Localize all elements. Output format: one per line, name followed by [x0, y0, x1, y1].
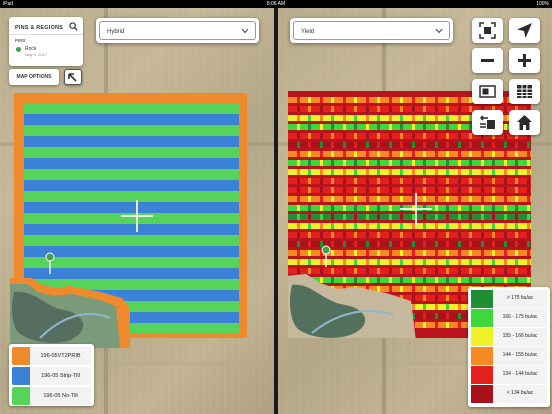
legend-label: 196-05VT2PRIB	[30, 347, 91, 365]
navigate-button[interactable]	[509, 18, 540, 43]
yield-band	[288, 160, 531, 166]
map-layer-icon	[479, 85, 496, 98]
layer-dropdown[interactable]: Hybrid	[96, 18, 259, 43]
field-strip	[24, 158, 239, 169]
field-strip	[24, 103, 239, 114]
legend-row: 196-05 No-Till	[12, 387, 91, 405]
legend-row: 166 - 175 bu/ac	[471, 309, 547, 327]
layer-dropdown[interactable]: Yield	[290, 18, 453, 43]
legend-row: 196-05 Strip-Till	[12, 367, 91, 385]
left-map-pane[interactable]: PINS & REGIONS PINS Rock May 4, 2017 MAP…	[0, 8, 274, 414]
crosshair-icon	[400, 193, 432, 225]
yield-band	[288, 169, 531, 175]
status-bar: iPad 8:06 AM 100%	[0, 0, 552, 8]
legend-label: < 134 bu/ac	[493, 385, 547, 403]
zoom-out-icon	[481, 59, 494, 62]
home-button[interactable]	[509, 110, 540, 135]
field-strip	[24, 169, 239, 180]
yield-band	[288, 151, 531, 157]
field-strip	[24, 180, 239, 191]
legend-label: 196-05 Strip-Till	[30, 367, 91, 385]
split-divider[interactable]	[274, 8, 278, 414]
pond-area	[10, 278, 130, 348]
battery-label: 100%	[536, 1, 549, 7]
chevron-down-icon	[241, 28, 249, 34]
layer-dropdown-value: Hybrid	[107, 29, 125, 35]
chevron-down-icon	[435, 28, 443, 34]
legend-row: < 134 bu/ac	[471, 385, 547, 403]
field-strip	[24, 235, 239, 246]
legend-row: 196-05VT2PRIB	[12, 347, 91, 365]
map-options-button[interactable]: MAP OPTIONS	[9, 69, 59, 85]
collapse-button[interactable]	[64, 69, 82, 85]
arrow-up-left-icon	[68, 73, 77, 82]
yield-band	[288, 142, 531, 148]
map-layer-button[interactable]	[472, 79, 503, 104]
field-strip	[24, 136, 239, 147]
legend-label: 134 - 144 bu/ac	[493, 366, 547, 384]
yield-legend: > 175 bu/ac 166 - 175 bu/ac 155 - 166 bu…	[468, 287, 550, 407]
table-button[interactable]	[509, 79, 540, 104]
field-strip	[24, 246, 239, 257]
status-time: 8:06 AM	[266, 1, 286, 7]
home-icon	[517, 115, 532, 130]
legend-row: 155 - 166 bu/ac	[471, 328, 547, 346]
legend-row: > 175 bu/ac	[471, 290, 547, 308]
legend-label: 155 - 166 bu/ac	[493, 328, 547, 346]
yield-band	[288, 232, 531, 238]
swap-layers-button[interactable]	[472, 110, 503, 135]
map-pin-icon[interactable]	[321, 245, 331, 267]
map-pin-icon[interactable]	[45, 252, 55, 274]
legend-label: 196-05 No-Till	[30, 387, 91, 405]
table-icon	[517, 85, 532, 98]
pins-section-label: PINS	[15, 38, 26, 43]
field-strip	[24, 114, 239, 125]
field-strip	[24, 257, 239, 268]
legend-row: 144 - 155 bu/ac	[471, 347, 547, 365]
pin-status-dot	[16, 47, 21, 52]
pins-regions-panel: PINS & REGIONS PINS Rock May 4, 2017	[9, 17, 83, 66]
fit-screen-button[interactable]	[472, 18, 503, 43]
pond-area	[288, 274, 416, 338]
zoom-in-icon	[518, 54, 531, 67]
navigate-arrow-icon	[517, 23, 532, 38]
field-strip	[24, 125, 239, 136]
field-strip	[24, 147, 239, 158]
layer-dropdown-value: Yield	[301, 29, 315, 35]
zoom-out-button[interactable]	[472, 48, 503, 73]
legend-label: 166 - 175 bu/ac	[493, 309, 547, 327]
right-map-pane[interactable]: Yield > 175 bu/ac 166 - 175 bu/ac 155 - …	[278, 8, 552, 414]
legend-row: 134 - 144 bu/ac	[471, 366, 547, 384]
fit-screen-icon	[479, 22, 496, 39]
zoom-in-button[interactable]	[509, 48, 540, 73]
legend-label: > 175 bu/ac	[493, 290, 547, 308]
legend-label: 144 - 155 bu/ac	[493, 347, 547, 365]
swap-layers-icon	[479, 115, 495, 129]
yield-band	[288, 178, 531, 184]
pin-item-date: May 4, 2017	[25, 52, 48, 57]
treatment-legend: 196-05VT2PRIB 196-05 Strip-Till 196-05 N…	[9, 344, 94, 406]
crosshair-icon	[121, 200, 153, 232]
pins-panel-title: PINS & REGIONS	[15, 25, 64, 31]
search-icon[interactable]	[69, 22, 78, 31]
